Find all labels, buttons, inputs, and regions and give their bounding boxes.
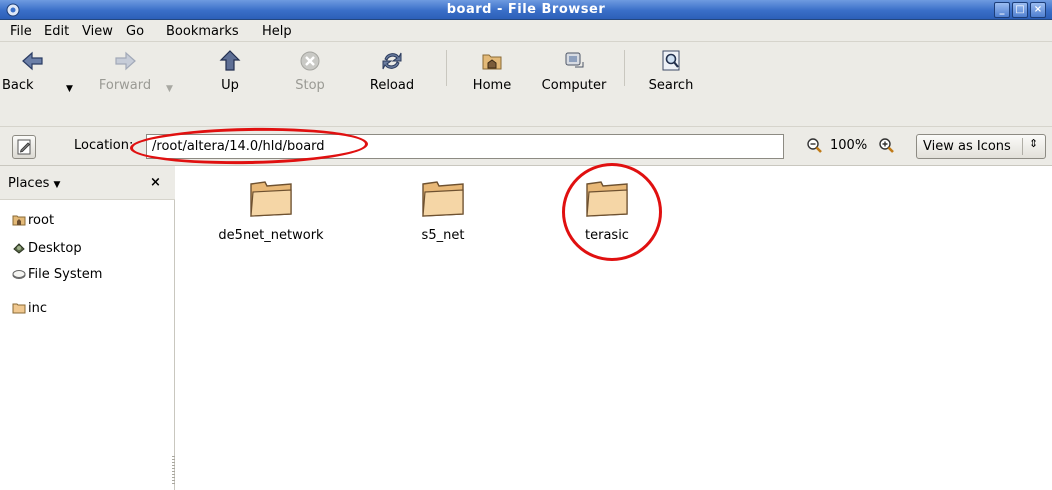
sidebar-item-label: root — [28, 213, 55, 228]
zoom-in-button[interactable] — [878, 137, 896, 159]
back-history-arrow-icon[interactable]: ▼ — [66, 84, 73, 94]
reload-label: Reload — [369, 78, 415, 93]
toolbar-separator — [446, 50, 447, 86]
sidebar-item-label: File System — [28, 267, 103, 282]
menu-bookmarks-label: Bookmarks — [166, 24, 239, 39]
location-input[interactable] — [146, 134, 784, 159]
stop-button[interactable]: Stop — [290, 48, 330, 98]
back-arrow-icon — [22, 51, 43, 71]
stop-label: Stop — [295, 78, 325, 93]
sidebar-item-label: inc — [28, 301, 47, 316]
menu-edit-label: Edit — [44, 24, 70, 39]
file-name: terasic — [585, 228, 629, 243]
pencil-icon — [17, 139, 31, 155]
up-button[interactable]: Up — [212, 48, 248, 98]
computer-button[interactable]: Computer — [536, 48, 612, 98]
search-icon — [662, 50, 680, 71]
drive-icon — [12, 270, 26, 279]
folder-icon — [250, 181, 292, 217]
file-icon-view: de5net_network s5_net terasic — [176, 166, 1052, 490]
back-button[interactable]: Back — [2, 48, 58, 98]
menu-help[interactable]: Help — [262, 24, 292, 39]
home-label: Home — [472, 78, 512, 93]
back-label: Back — [2, 78, 34, 93]
computer-label: Computer — [541, 78, 607, 93]
select-arrows-icon: ⇕ — [1029, 137, 1039, 150]
view-mode-value: View as Icons — [923, 139, 1011, 154]
home-button[interactable]: Home — [468, 48, 516, 98]
search-button[interactable]: Search — [642, 48, 700, 98]
menu-go-label: Go — [126, 24, 145, 39]
file-name: de5net_network — [218, 228, 324, 243]
toolbar-separator — [624, 50, 625, 86]
folder-icon — [12, 303, 26, 314]
computer-icon — [565, 52, 584, 68]
search-label: Search — [648, 78, 694, 93]
up-label: Up — [221, 78, 239, 93]
title-bar: board - File Browser _ □ × — [0, 0, 1052, 20]
window-title: board - File Browser — [446, 2, 606, 17]
menu-help-label: Help — [262, 24, 292, 39]
menu-go[interactable]: Go — [126, 24, 144, 39]
view-mode-select[interactable]: View as Icons ⇕ — [916, 134, 1046, 159]
folder-icon — [422, 181, 464, 217]
zoom-level: 100% — [830, 138, 868, 153]
zoom-out-button[interactable] — [806, 137, 824, 159]
location-edit-toggle[interactable] — [12, 135, 36, 159]
sidebar-header: Places ▼ × — [0, 166, 175, 200]
file-item-de5net-network[interactable]: de5net_network — [196, 178, 346, 243]
sidebar-item-label: Desktop — [28, 241, 82, 256]
forward-arrow-icon — [115, 51, 136, 71]
home-folder-icon — [12, 215, 26, 226]
select-divider — [1022, 138, 1023, 155]
menu-edit[interactable]: Edit — [44, 24, 69, 39]
minimize-button[interactable]: _ — [994, 2, 1010, 18]
home-folder-icon — [482, 54, 502, 70]
forward-button[interactable]: Forward — [94, 48, 156, 98]
up-arrow-icon — [219, 50, 241, 71]
location-label: Location: — [74, 138, 134, 153]
places-title: Places — [8, 176, 50, 191]
desktop-icon — [13, 243, 25, 254]
menu-file-label: File — [10, 24, 32, 39]
menu-bookmarks[interactable]: Bookmarks — [166, 24, 239, 39]
file-item-s5-net[interactable]: s5_net — [368, 178, 518, 243]
menu-view-label: View — [82, 24, 113, 39]
menu-bar: File Edit View Go Bookmarks Help — [0, 20, 1052, 42]
places-dropdown[interactable]: Places ▼ — [8, 176, 60, 191]
toolbar: Back ▼ Forward ▼ Up Stop Reload Home Com… — [0, 42, 1052, 126]
stop-icon — [300, 51, 320, 71]
menu-view[interactable]: View — [82, 24, 113, 39]
reload-button[interactable]: Reload — [364, 48, 420, 98]
dropdown-arrow-icon: ▼ — [53, 180, 61, 190]
forward-label: Forward — [98, 78, 152, 93]
folder-icon — [586, 181, 628, 217]
reload-icon — [382, 52, 402, 70]
file-item-terasic[interactable]: terasic — [532, 178, 682, 243]
maximize-button[interactable]: □ — [1012, 2, 1028, 18]
sidebar-close-icon[interactable]: × — [150, 175, 161, 190]
places-sidebar: Places ▼ × root Desktop File System inc — [0, 166, 175, 490]
file-name: s5_net — [421, 228, 465, 243]
location-bar: Location: 100% View as Icons ⇕ — [0, 126, 1052, 166]
close-button[interactable]: × — [1030, 2, 1046, 18]
zoom-out-icon — [807, 138, 822, 153]
pane-resize-grip[interactable] — [172, 456, 175, 486]
menu-file[interactable]: File — [10, 24, 32, 39]
zoom-in-icon — [879, 138, 894, 153]
forward-history-arrow-icon[interactable]: ▼ — [166, 84, 173, 94]
